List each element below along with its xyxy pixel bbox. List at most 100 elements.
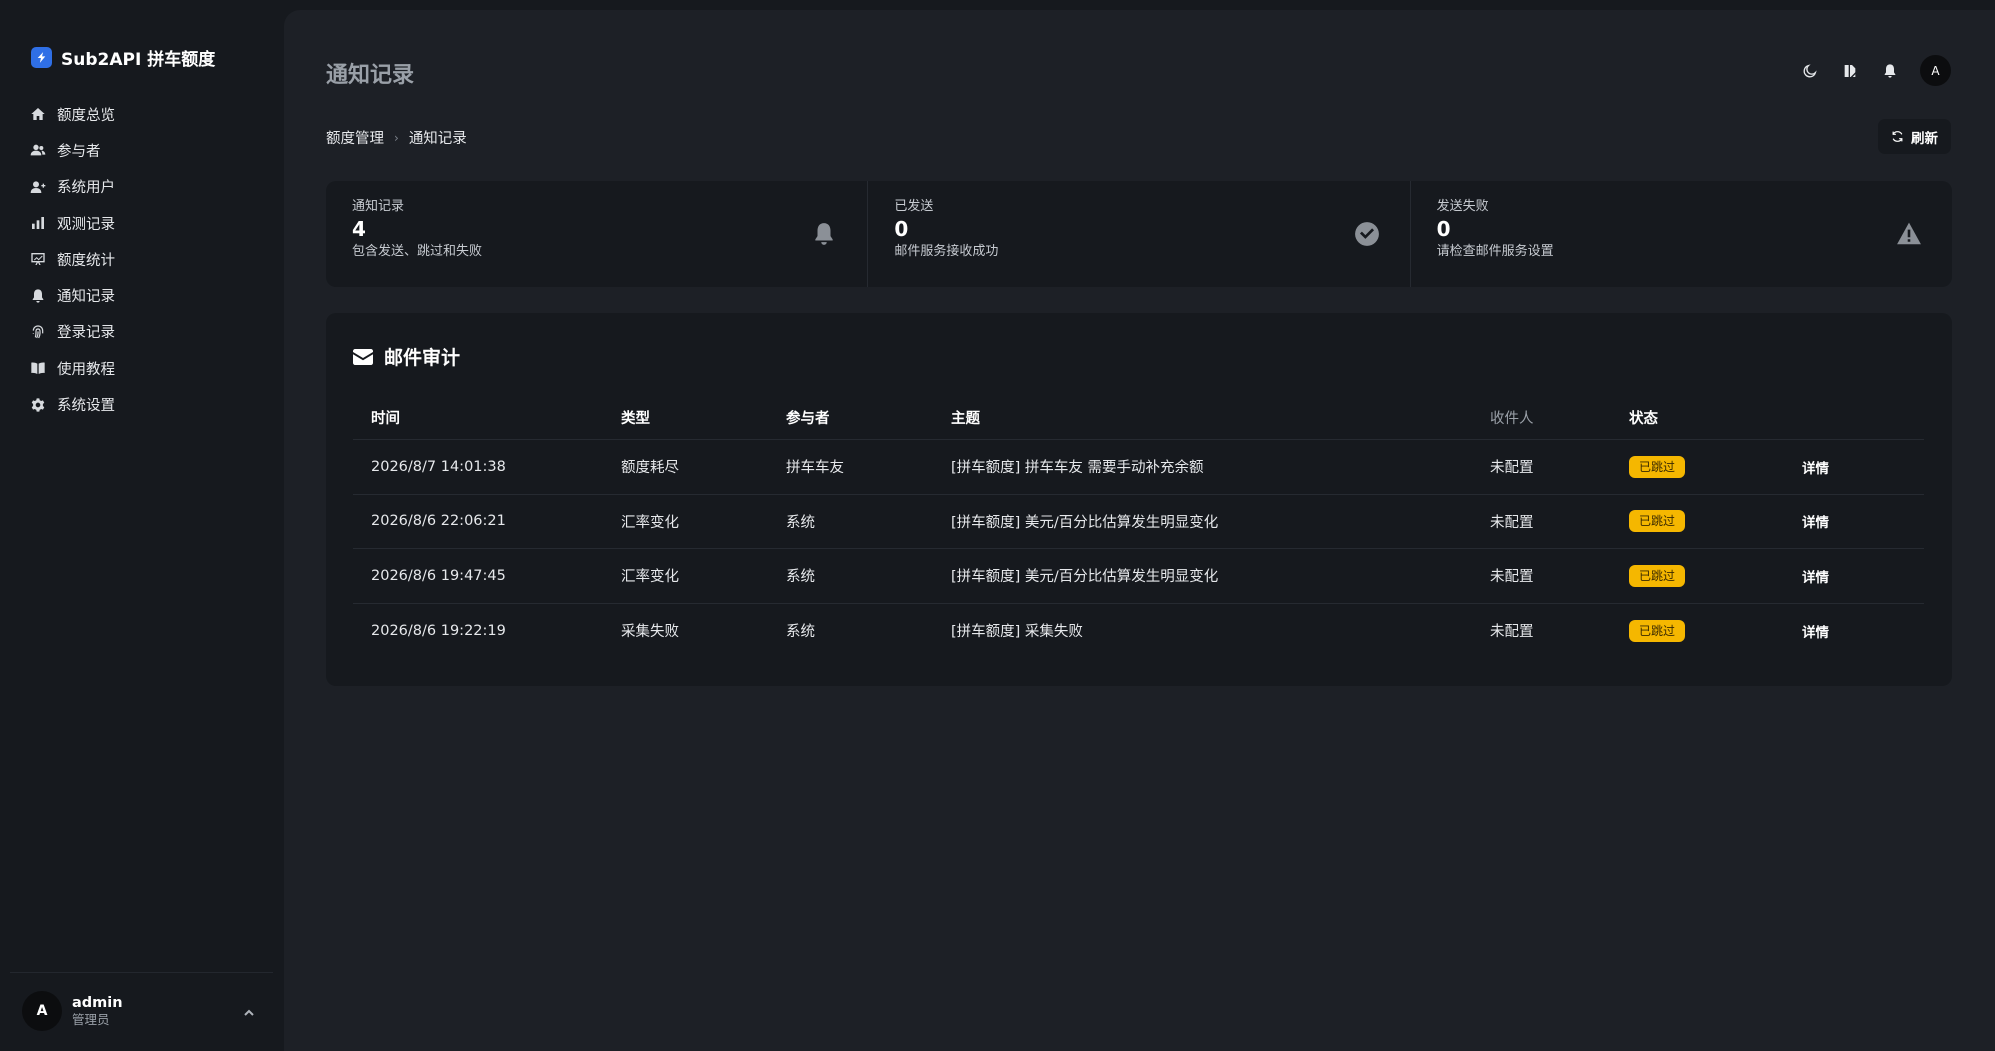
detail-link[interactable]: 详情 — [1802, 625, 1829, 641]
brand-logo-icon — [31, 47, 52, 68]
sidebar-item-participants[interactable]: 参与者 — [30, 132, 115, 168]
home-icon — [31, 108, 45, 121]
chart-board-icon — [31, 253, 45, 266]
avatar[interactable]: A — [1920, 55, 1951, 86]
sidebar-item-tutorial[interactable]: 使用教程 — [30, 350, 115, 386]
bar-chart-icon — [32, 217, 44, 230]
cell-status: 已跳过 — [1629, 510, 1802, 533]
stat-label: 已发送 — [894, 199, 934, 214]
stat-sent: 已发送 0 邮件服务接收成功 — [868, 181, 1411, 287]
status-badge: 已跳过 — [1629, 564, 1686, 587]
cell-recipient: 未配置 — [1490, 569, 1534, 586]
table-row: 2026/8/6 19:22:19 采集失败 系统 [拼车额度] 采集失败 未配… — [353, 604, 1924, 659]
cell-time: 2026/8/6 22:06:21 — [371, 513, 506, 530]
sidebar-item-label: 系统设置 — [57, 398, 115, 415]
cell-status: 已跳过 — [1629, 455, 1802, 478]
cell-type: 额度耗尽 — [621, 460, 679, 477]
cell-participant: 拼车车友 — [786, 460, 844, 477]
column-header: 时间 — [371, 411, 400, 427]
detail-link[interactable]: 详情 — [1802, 515, 1829, 531]
warning-icon — [1896, 221, 1922, 247]
cell-subject: [拼车额度] 拼车车友 需要手动补充余额 — [951, 460, 1204, 477]
table-row: 2026/8/7 14:01:38 额度耗尽 拼车车友 [拼车额度] 拼车车友 … — [353, 440, 1924, 495]
sidebar-item-logins[interactable]: 登录记录 — [30, 314, 115, 350]
sidebar-item-label: 额度统计 — [57, 252, 115, 269]
cell-recipient: 未配置 — [1490, 514, 1534, 531]
column-header: 参与者 — [786, 411, 830, 427]
page-title: 通知记录 — [326, 63, 415, 88]
column-header: 收件人 — [1490, 411, 1534, 427]
gear-icon — [31, 397, 45, 412]
moon-icon[interactable] — [1800, 61, 1820, 81]
user-card[interactable]: A admin 管理员 — [22, 991, 123, 1031]
stat-failed: 发送失败 0 请检查邮件服务设置 — [1411, 181, 1952, 287]
check-circle-icon — [1354, 221, 1380, 247]
stat-total: 通知记录 4 包含发送、跳过和失败 — [326, 181, 869, 287]
cell-participant: 系统 — [786, 514, 815, 531]
refresh-button[interactable]: 刷新 — [1878, 119, 1951, 154]
book-icon — [31, 362, 45, 375]
stat-desc: 包含发送、跳过和失败 — [352, 244, 483, 259]
top-actions: A — [1800, 55, 1951, 86]
detail-link[interactable]: 详情 — [1802, 461, 1829, 477]
sidebar-item-notifications[interactable]: 通知记录 — [30, 277, 115, 313]
stat-value: 0 — [1436, 217, 1451, 241]
user-name: admin — [72, 995, 123, 1011]
cell-action: 详情 — [1802, 511, 1924, 531]
status-badge: 已跳过 — [1629, 455, 1686, 478]
stat-desc: 邮件服务接收成功 — [894, 244, 999, 259]
bell-icon — [32, 288, 44, 303]
cell-status: 已跳过 — [1629, 619, 1802, 642]
column-header: 主题 — [951, 411, 980, 427]
fingerprint-icon — [32, 325, 44, 339]
cell-action: 详情 — [1802, 621, 1924, 641]
stat-label: 发送失败 — [1436, 199, 1489, 214]
sidebar-item-label: 通知记录 — [57, 289, 115, 306]
cell-subject: [拼车额度] 采集失败 — [951, 624, 1083, 641]
sidebar-item-observations[interactable]: 观测记录 — [30, 205, 115, 241]
mail-audit-card: 邮件审计 时间 类型 参与者 主题 收件人 状态 2026/8/7 14:01:… — [326, 313, 1952, 686]
bell-icon — [811, 221, 837, 247]
table-row: 2026/8/6 19:47:45 汇率变化 系统 [拼车额度] 美元/百分比估… — [353, 549, 1924, 604]
chevron-up-icon[interactable] — [243, 1004, 257, 1018]
avatar: A — [22, 991, 62, 1031]
cell-type: 汇率变化 — [621, 514, 679, 531]
cell-action: 详情 — [1802, 566, 1924, 586]
stat-desc: 请检查邮件服务设置 — [1436, 244, 1554, 259]
sidebar-item-label: 登录记录 — [57, 325, 115, 342]
brand[interactable]: Sub2API 拼车额度 — [31, 45, 215, 70]
column-header: 类型 — [621, 411, 650, 427]
cell-subject: [拼车额度] 美元/百分比估算发生明显变化 — [951, 514, 1219, 531]
cell-time: 2026/8/6 19:22:19 — [371, 622, 506, 639]
sidebar-item-label: 观测记录 — [57, 216, 115, 233]
sidebar-divider — [10, 972, 273, 973]
cell-action: 详情 — [1802, 457, 1924, 477]
breadcrumb: 额度管理 › 通知记录 — [326, 127, 467, 148]
sidebar-item-settings[interactable]: 系统设置 — [30, 386, 115, 422]
mail-audit-title: 邮件审计 — [384, 347, 461, 369]
bell-icon[interactable] — [1880, 61, 1900, 81]
sidebar-item-label: 参与者 — [57, 143, 101, 160]
table-header: 时间 类型 参与者 主题 收件人 状态 — [353, 396, 1924, 440]
cell-status: 已跳过 — [1629, 564, 1802, 587]
sidebar-item-quota-stats[interactable]: 额度统计 — [30, 241, 115, 277]
sidebar-item-label: 系统用户 — [57, 180, 115, 197]
breadcrumb-item-current: 通知记录 — [408, 131, 467, 147]
users-icon — [30, 145, 46, 156]
cell-time: 2026/8/6 19:47:45 — [371, 567, 506, 584]
detail-link[interactable]: 详情 — [1802, 570, 1829, 586]
sidebar-item-label: 额度总览 — [57, 107, 115, 124]
docs-icon[interactable] — [1840, 61, 1860, 81]
stat-label: 通知记录 — [352, 199, 405, 214]
mail-audit-header: 邮件审计 — [353, 343, 460, 370]
sidebar-item-system-users[interactable]: 系统用户 — [30, 169, 115, 205]
breadcrumb-item-quota[interactable]: 额度管理 — [326, 127, 384, 148]
sidebar-nav: 额度总览 参与者 系统用户 观测记录 额度统计 通知记录 登录记录 使用教程 系… — [30, 96, 115, 423]
table-row: 2026/8/6 22:06:21 汇率变化 系统 [拼车额度] 美元/百分比估… — [353, 495, 1924, 549]
sidebar-item-overview[interactable]: 额度总览 — [30, 96, 115, 132]
chevron-right-icon: › — [394, 130, 399, 145]
column-header: 状态 — [1629, 411, 1658, 427]
cell-type: 汇率变化 — [621, 569, 679, 586]
user-role: 管理员 — [72, 1012, 110, 1027]
envelope-icon — [353, 348, 373, 365]
